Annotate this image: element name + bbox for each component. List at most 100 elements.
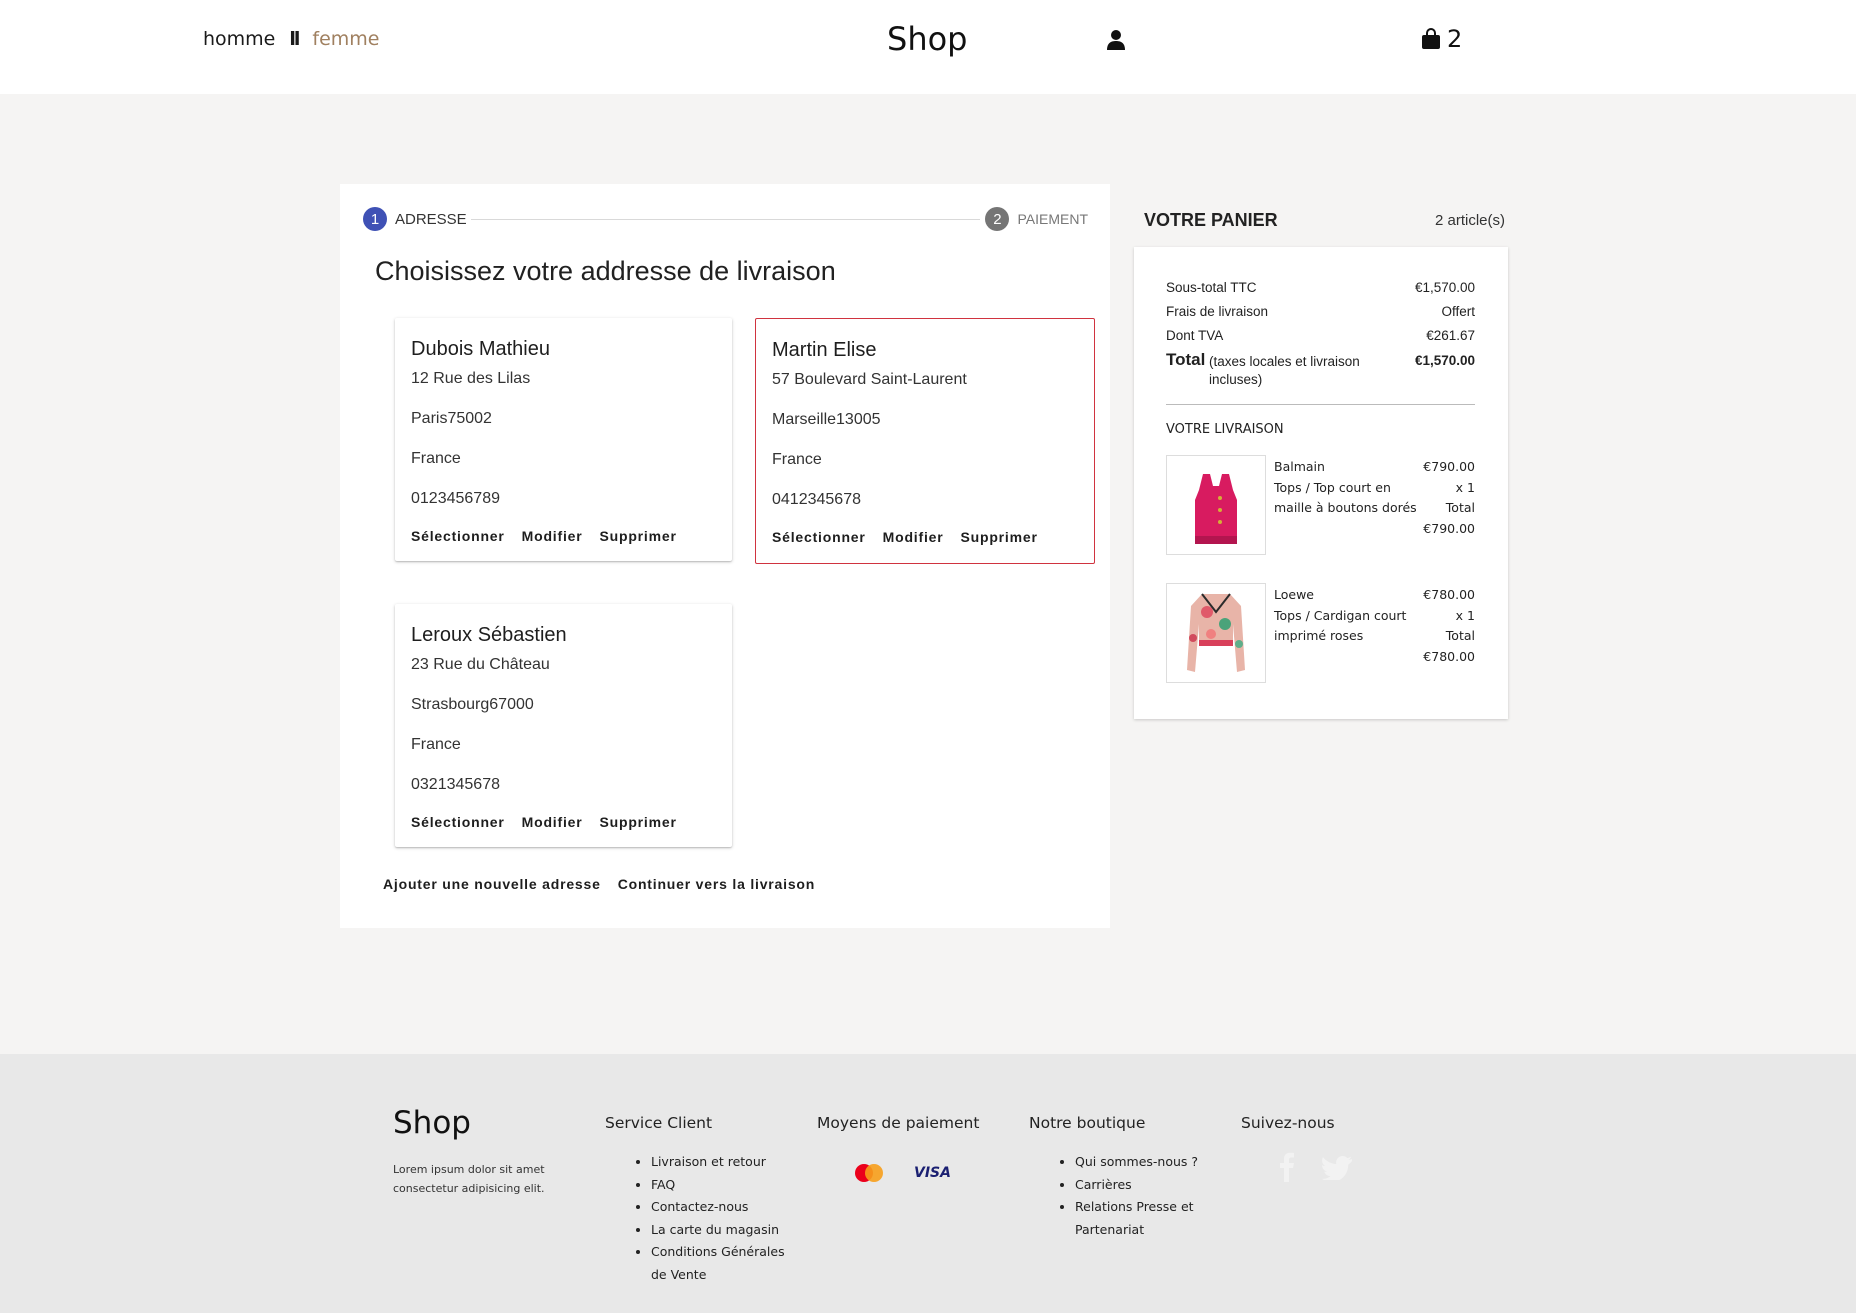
panel-actions: Ajouter une nouvelle adresse Continuer v… [383, 876, 832, 892]
cart-summary: Sous-total TTC €1,570.00 Frais de livrai… [1134, 247, 1508, 719]
cart-article-count: 2 article(s) [1435, 212, 1506, 229]
subtotal-row: Sous-total TTC €1,570.00 [1166, 280, 1475, 295]
item-quantity: x 1 [1455, 607, 1475, 623]
item-total-label: Total [1445, 628, 1475, 643]
cart-title: VOTRE PANIER [1144, 210, 1278, 230]
address-actions: Sélectionner Modifier Supprimer [411, 528, 694, 544]
item-brand: Balmain [1274, 459, 1325, 474]
total-note: (taxes locales et livraison incluses) [1209, 354, 1360, 387]
address-name: Leroux Sébastien [411, 624, 567, 646]
address-street: 12 Rue des Lilas [411, 370, 531, 387]
address-country: France [772, 451, 822, 468]
step-adresse[interactable]: 1 ADRESSE [363, 207, 467, 231]
product-image-pink-top[interactable] [1166, 455, 1266, 555]
step-number: 1 [363, 207, 387, 231]
twitter-icon[interactable] [1322, 1156, 1352, 1180]
delete-address-button[interactable]: Supprimer [960, 529, 1037, 545]
address-card[interactable]: Dubois Mathieu 12 Rue des Lilas Paris750… [395, 318, 732, 561]
address-phone: 0412345678 [772, 491, 861, 508]
total-label: Total [1166, 350, 1206, 369]
delivery-title: VOTRE LIVRAISON [1166, 422, 1284, 437]
footer-description: Lorem ipsum dolor sit amet consectetur a… [393, 1163, 545, 1195]
item-description: Balmain Tops / Top court en maille à bou… [1274, 457, 1424, 519]
summary-divider [1166, 404, 1475, 405]
item-price: €780.00 [1423, 587, 1475, 602]
address-city: Strasbourg67000 [411, 696, 534, 713]
checkout-stepper: 1 ADRESSE 2 PAIEMENT [363, 207, 1088, 231]
add-address-button[interactable]: Ajouter une nouvelle adresse [383, 876, 601, 892]
shopping-bag-icon [1422, 28, 1440, 49]
select-address-button[interactable]: Sélectionner [772, 529, 866, 545]
select-address-button[interactable]: Sélectionner [411, 528, 505, 544]
nav-homme-link[interactable]: homme [203, 28, 275, 50]
address-country: France [411, 736, 461, 753]
address-phone: 0321345678 [411, 776, 500, 793]
gender-nav: homme ll femme [203, 28, 380, 50]
checkout-panel: 1 ADRESSE 2 PAIEMENT Choisissez votre ad… [340, 184, 1110, 928]
address-country: France [411, 450, 461, 467]
address-street: 23 Rue du Château [411, 656, 550, 673]
address-street: 57 Boulevard Saint-Laurent [772, 371, 967, 388]
site-footer: Shop Lorem ipsum dolor sit amet consecte… [0, 1054, 1856, 1313]
boutique-title: Notre boutique [1029, 1114, 1146, 1132]
address-card[interactable]: Leroux Sébastien 23 Rue du Château Stras… [395, 604, 732, 847]
step-label: PAIEMENT [1017, 211, 1088, 227]
delete-address-button[interactable]: Supprimer [599, 528, 676, 544]
footer-link[interactable]: Contactez-nous [651, 1196, 801, 1219]
step-number: 2 [985, 207, 1010, 231]
cart-item: Balmain Tops / Top court en maille à bou… [1166, 455, 1475, 555]
item-price: €790.00 [1423, 459, 1475, 474]
address-card-selected[interactable]: Martin Elise 57 Boulevard Saint-Laurent … [755, 318, 1095, 564]
footer-link[interactable]: FAQ [651, 1174, 801, 1197]
boutique-list: Qui sommes-nous ? Carrières Relations Pr… [1061, 1151, 1198, 1241]
item-title: Tops / Cardigan court imprimé roses [1274, 607, 1407, 644]
shipping-row: Frais de livraison Offert [1166, 304, 1475, 319]
page-title: Choisissez votre addresse de livraison [375, 256, 836, 286]
footer-link[interactable]: Relations Presse et Partenariat [1075, 1196, 1195, 1241]
service-client-title: Service Client [605, 1114, 713, 1132]
site-header: homme ll femme Shop 2 [0, 0, 1856, 94]
edit-address-button[interactable]: Modifier [883, 529, 944, 545]
shipping-value: Offert [1441, 304, 1475, 319]
total-value: €1,570.00 [1414, 353, 1475, 368]
address-city: Marseille13005 [772, 411, 881, 428]
nav-femme-link[interactable]: femme [312, 28, 379, 50]
delete-address-button[interactable]: Supprimer [599, 814, 676, 830]
item-total-label: Total [1445, 500, 1475, 515]
footer-link[interactable]: Conditions Générales de Vente [651, 1241, 801, 1286]
edit-address-button[interactable]: Modifier [522, 814, 583, 830]
shipping-label: Frais de livraison [1166, 304, 1269, 319]
address-name: Dubois Mathieu [411, 338, 550, 360]
cart-count: 2 [1447, 25, 1463, 53]
footer-logo[interactable]: Shop [393, 1105, 471, 1141]
item-description: Loewe Tops / Cardigan court imprimé rose… [1274, 585, 1424, 647]
cart-button[interactable]: 2 [1421, 25, 1462, 53]
item-price-block: €780.00 x 1 Total €780.00 [1423, 585, 1475, 667]
facebook-icon[interactable] [1279, 1152, 1295, 1182]
footer-link[interactable]: Carrières [1075, 1174, 1198, 1197]
item-total-value: €790.00 [1423, 520, 1475, 536]
payment-methods-title: Moyens de paiement [817, 1114, 980, 1132]
item-quantity: x 1 [1455, 479, 1475, 495]
social-title: Suivez-nous [1241, 1114, 1335, 1132]
item-total-value: €780.00 [1423, 648, 1475, 664]
footer-link[interactable]: Livraison et retour [651, 1151, 801, 1174]
footer-link[interactable]: La carte du magasin [651, 1219, 801, 1242]
tva-value: €261.67 [1426, 328, 1475, 343]
continue-button[interactable]: Continuer vers la livraison [618, 876, 815, 892]
service-client-list: Livraison et retour FAQ Contactez-nous L… [637, 1151, 801, 1286]
tva-row: Dont TVA €261.67 [1166, 328, 1475, 343]
user-icon[interactable] [1106, 29, 1126, 51]
step-connector [471, 219, 980, 220]
select-address-button[interactable]: Sélectionner [411, 814, 505, 830]
address-name: Martin Elise [772, 339, 877, 361]
cart-item: Loewe Tops / Cardigan court imprimé rose… [1166, 583, 1475, 683]
tva-label: Dont TVA [1166, 328, 1224, 343]
site-logo[interactable]: Shop [887, 20, 967, 58]
address-city: Paris75002 [411, 410, 492, 427]
edit-address-button[interactable]: Modifier [522, 528, 583, 544]
subtotal-label: Sous-total TTC [1166, 280, 1257, 295]
step-paiement[interactable]: 2 PAIEMENT [985, 207, 1088, 231]
product-image-floral-cardigan[interactable] [1166, 583, 1266, 683]
footer-link[interactable]: Qui sommes-nous ? [1075, 1151, 1198, 1174]
